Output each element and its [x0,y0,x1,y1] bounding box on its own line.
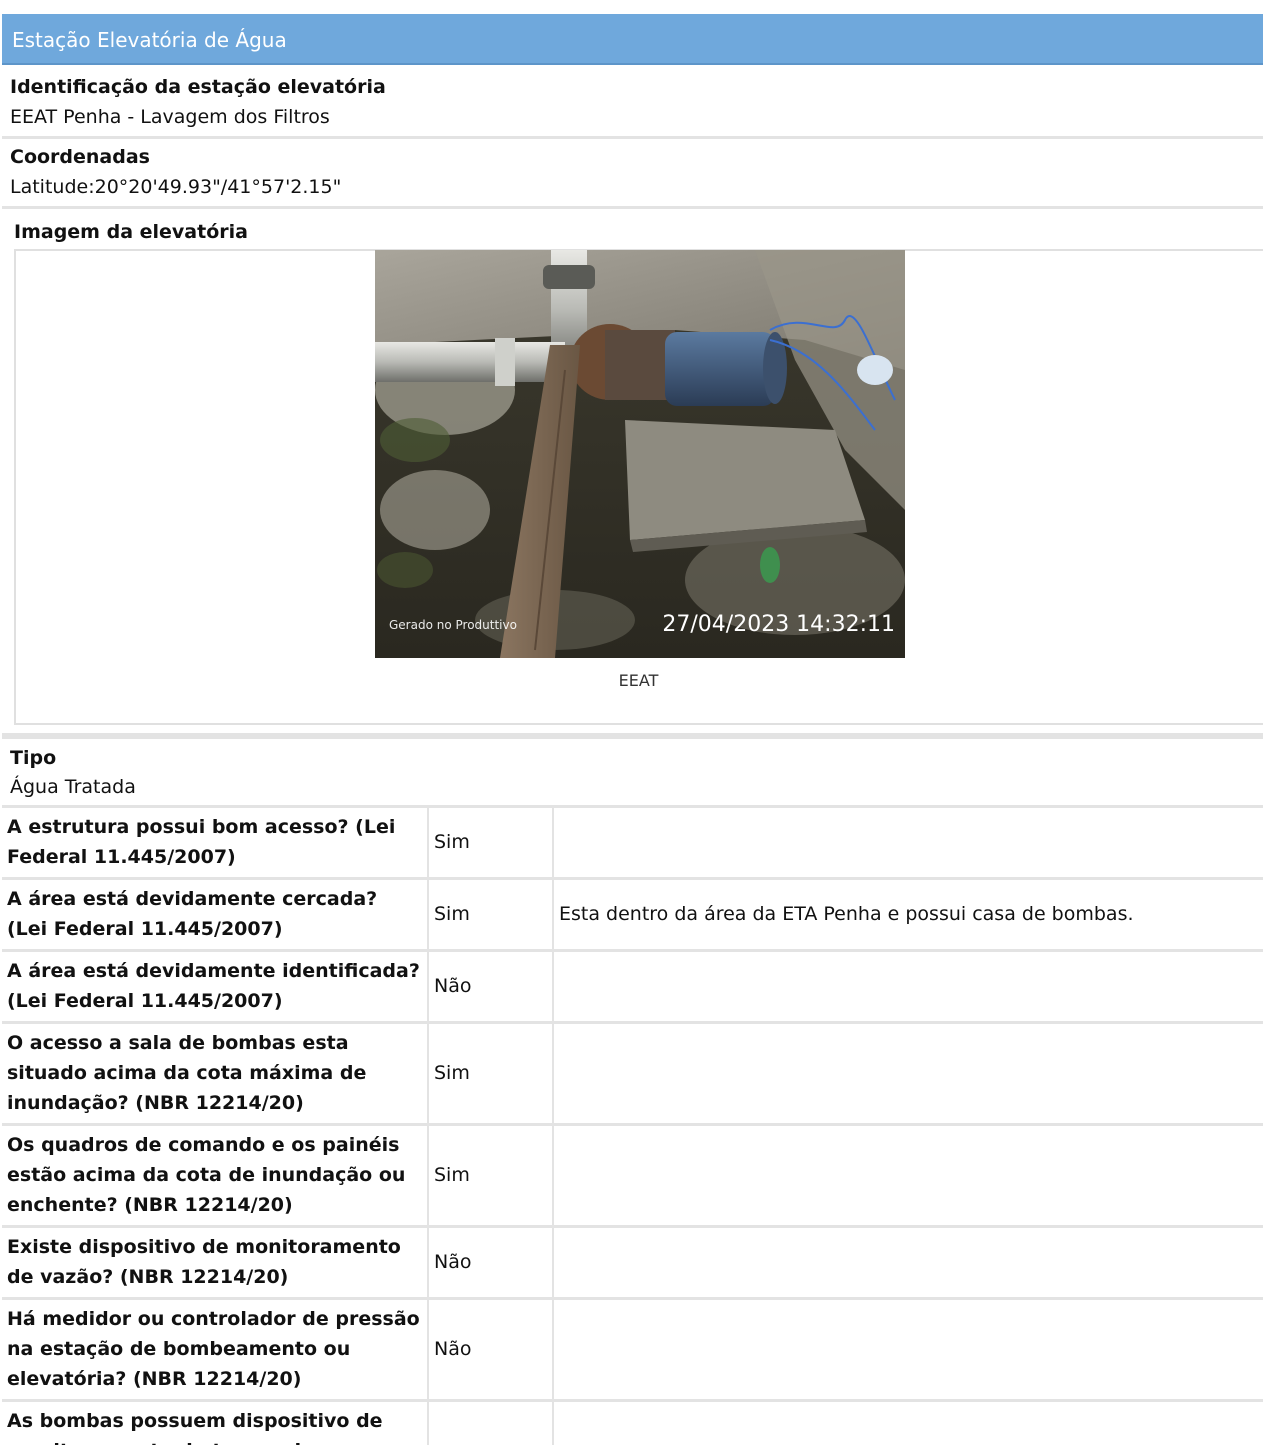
questions-table: A estrutura possui bom acesso? (Lei Fede… [2,805,1263,1445]
question-cell: As bombas possuem dispositivo de monitor… [2,1399,429,1445]
table-row: Há medidor ou controlador de pressão na … [2,1297,1263,1401]
field-label: Coordenadas [10,146,150,168]
answer-cell: Sim [428,877,554,951]
table-row: A área está devidamente cercada? (Lei Fe… [2,877,1263,951]
field-label: Imagem da elevatória [14,221,248,243]
question-cell: A estrutura possui bom acesso? (Lei Fede… [2,805,429,879]
question-cell: Os quadros de comando e os painéis estão… [2,1123,429,1227]
table-row: Os quadros de comando e os painéis estão… [2,1123,1263,1227]
photo-stamp-source: Gerado no Produttivo [389,618,517,632]
observation-cell [553,1123,1263,1227]
section-header: Estação Elevatória de Água [2,14,1263,65]
question-cell: A área está devidamente cercada? (Lei Fe… [2,877,429,951]
photo-caption-row: EEAT [0,670,1263,692]
table-row: Existe dispositivo de monitoramento de v… [2,1225,1263,1299]
question-cell: A área está devidamente identificada? (L… [2,949,429,1023]
answer-cell: Sim [428,1021,554,1125]
table-row: As bombas possuem dispositivo de monitor… [2,1399,1263,1445]
answer-cell: Sim [428,1123,554,1227]
report-page: Estação Elevatória de Água Identificação… [0,0,1263,1445]
field-label: Identificação da estação elevatória [10,76,386,98]
table-row: O acesso a sala de bombas esta situado a… [2,1021,1263,1125]
answer-cell: Sim [428,805,554,879]
field-coordenadas: Coordenadas Latitude:20°20'49.93"/41°57'… [2,139,1263,209]
section-title: Estação Elevatória de Água [12,28,287,52]
field-identificacao: Identificação da estação elevatória EEAT… [2,68,1263,139]
field-label: Tipo [10,747,57,769]
pump-station-photo: Gerado no Produttivo 27/04/2023 14:32:11 [375,250,905,658]
question-cell: Há medidor ou controlador de pressão na … [2,1297,429,1401]
observation-cell [553,1297,1263,1401]
table-row: A estrutura possui bom acesso? (Lei Fede… [2,805,1263,879]
answer-cell: Não [428,1297,554,1401]
observation-cell [553,1021,1263,1125]
photo-stamp-datetime: 27/04/2023 14:32:11 [662,612,895,637]
observation-cell [553,1225,1263,1299]
field-tipo: Tipo Água Tratada [2,736,1263,805]
observation-cell [553,949,1263,1023]
field-value: Latitude:20°20'49.93"/41°57'2.15" [10,176,342,198]
answer-cell: Não [428,949,554,1023]
photo-caption: EEAT [618,671,659,690]
observation-cell [553,1399,1263,1445]
answer-cell [428,1399,554,1445]
observation-cell: Esta dentro da área da ETA Penha e possu… [553,877,1263,951]
answer-cell: Não [428,1225,554,1299]
field-value: EEAT Penha - Lavagem dos Filtros [10,106,330,128]
observation-cell [553,805,1263,879]
question-cell: O acesso a sala de bombas esta situado a… [2,1021,429,1125]
question-cell: Existe dispositivo de monitoramento de v… [2,1225,429,1299]
table-row: A área está devidamente identificada? (L… [2,949,1263,1023]
field-value: Água Tratada [10,776,136,798]
